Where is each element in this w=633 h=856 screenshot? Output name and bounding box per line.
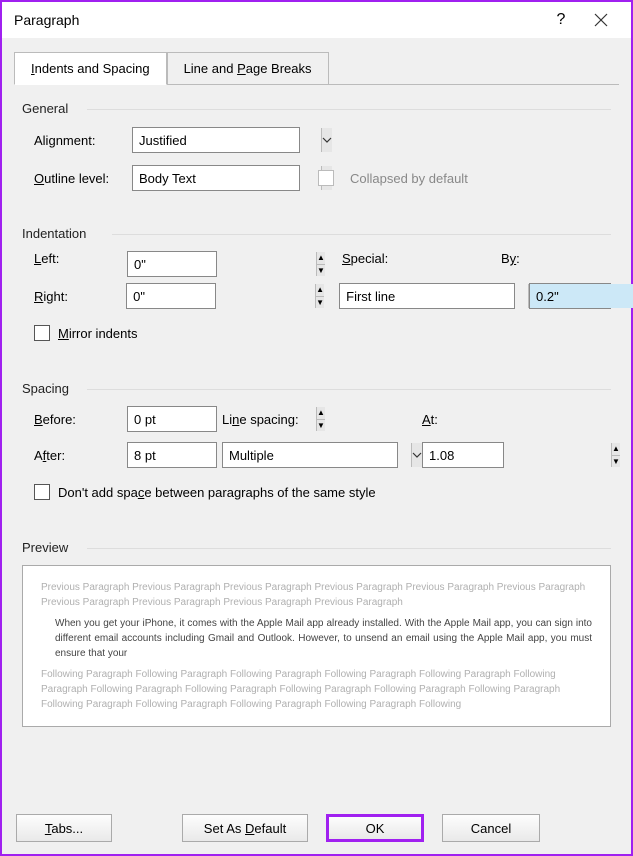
cancel-button[interactable]: Cancel [442, 814, 540, 842]
collapsed-checkbox [318, 170, 334, 186]
line-spacing-value[interactable] [223, 443, 411, 467]
at-spinner[interactable]: ▲▼ [422, 442, 504, 468]
line-spacing-label: Line spacing: [222, 412, 342, 427]
line-spacing-combo[interactable] [222, 442, 398, 468]
after-spinner[interactable]: ▲▼ [127, 442, 217, 468]
special-value[interactable] [340, 284, 528, 308]
spin-down-icon[interactable]: ▼ [316, 297, 324, 309]
right-spinner[interactable]: ▲▼ [126, 283, 216, 309]
alignment-combo[interactable] [132, 127, 300, 153]
at-label: At: [422, 412, 438, 427]
button-bar: Tabs... Set As Default OK Cancel [2, 802, 631, 854]
dialog-title: Paragraph [14, 12, 541, 28]
tab-strip: Indents and Spacing Line and Page Breaks [14, 52, 619, 85]
no-add-space-checkbox[interactable] [34, 484, 50, 500]
preview-following: Following Paragraph Following Paragraph … [41, 667, 592, 712]
right-value[interactable] [127, 284, 315, 308]
outline-label: Outline level: [22, 171, 132, 186]
before-spinner[interactable]: ▲▼ [127, 406, 217, 432]
by-value[interactable] [530, 284, 633, 308]
left-spinner[interactable]: ▲▼ [127, 251, 217, 277]
preview-box: Previous Paragraph Previous Paragraph Pr… [22, 565, 611, 727]
right-label: Right: [22, 289, 126, 304]
section-general: General [22, 101, 611, 116]
chevron-down-icon[interactable] [411, 443, 422, 467]
ok-button[interactable]: OK [326, 814, 424, 842]
preview-sample: When you get your iPhone, it comes with … [41, 616, 592, 661]
spin-up-icon[interactable]: ▲ [612, 443, 620, 456]
alignment-value[interactable] [133, 128, 321, 152]
special-combo[interactable] [339, 283, 515, 309]
chevron-down-icon[interactable] [321, 128, 332, 152]
mirror-checkbox[interactable] [34, 325, 50, 341]
mirror-label: Mirror indents [58, 326, 137, 341]
by-label: By: [501, 251, 611, 277]
left-label: Left: [22, 251, 127, 277]
section-indentation: Indentation [22, 226, 611, 241]
at-value[interactable] [423, 443, 611, 467]
by-spinner[interactable]: ▲▼ [529, 283, 611, 309]
section-preview: Preview [22, 540, 611, 555]
after-label: After: [22, 448, 127, 463]
tab-indents-spacing[interactable]: Indents and Spacing [14, 52, 167, 85]
titlebar: Paragraph ? [2, 2, 631, 38]
before-label: Before: [22, 412, 127, 427]
alignment-label: Alignment: [22, 133, 132, 148]
preview-previous: Previous Paragraph Previous Paragraph Pr… [41, 580, 592, 610]
no-add-space-label: Don't add space between paragraphs of th… [58, 485, 376, 500]
outline-value[interactable] [133, 166, 321, 190]
section-spacing: Spacing [22, 381, 611, 396]
close-icon[interactable] [581, 5, 621, 35]
set-default-button[interactable]: Set As Default [182, 814, 308, 842]
tabs-button[interactable]: Tabs... [16, 814, 112, 842]
tab-line-page-breaks[interactable]: Line and Page Breaks [167, 52, 329, 85]
spin-down-icon[interactable]: ▼ [612, 456, 620, 468]
special-label: Special: [222, 251, 501, 277]
outline-combo[interactable] [132, 165, 300, 191]
collapsed-label: Collapsed by default [350, 171, 468, 186]
help-icon[interactable]: ? [541, 5, 581, 35]
spin-up-icon[interactable]: ▲ [316, 284, 324, 297]
paragraph-dialog: Paragraph ? Indents and Spacing Line and… [0, 0, 633, 856]
